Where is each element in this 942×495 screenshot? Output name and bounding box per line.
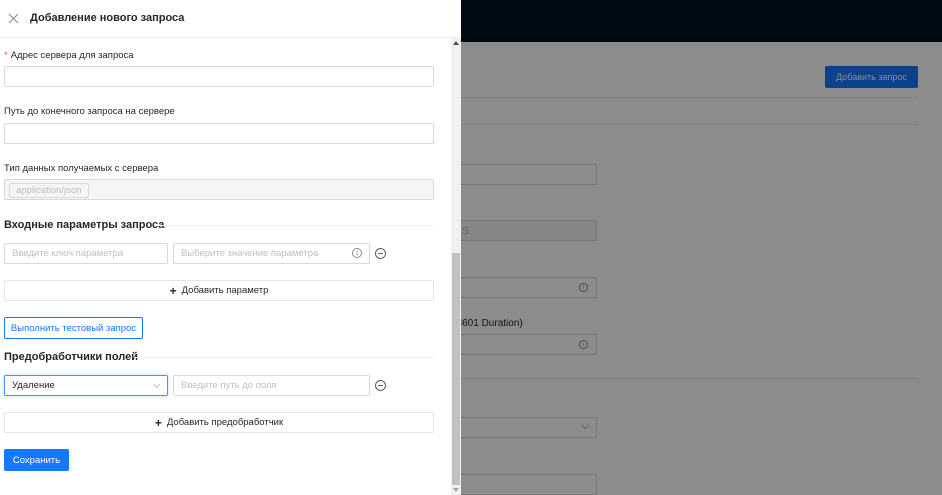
scroll-down-arrow[interactable] [453, 488, 459, 492]
plus-icon: + [154, 415, 162, 430]
plus-icon: + [169, 283, 177, 298]
chevron-down-icon [152, 380, 161, 389]
minus-circle-icon[interactable] [375, 248, 386, 259]
test-request-button[interactable]: Выполнить тестовый запрос [4, 317, 143, 339]
data-type-select: application/json [4, 179, 434, 200]
section-divider [134, 357, 434, 358]
drawer-scrollbar[interactable] [451, 38, 461, 495]
preprocessors-section-title: Предобработчики полей [4, 351, 138, 363]
param-value-input[interactable]: Выберите значение параметра [173, 243, 370, 264]
input-params-section-title: Входные параметры запроса [4, 219, 165, 231]
save-button[interactable]: Сохранить [4, 449, 69, 471]
drawer-header: Добавление нового запроса [0, 0, 461, 38]
preprocessor-type-select[interactable]: Удаление [4, 375, 168, 396]
param-key-input[interactable]: Введите ключ параметра [4, 243, 168, 264]
field-path-input[interactable]: Введите путь до поля [173, 375, 370, 396]
server-address-label: * Адрес сервера для запроса [4, 50, 134, 61]
close-icon[interactable] [8, 13, 19, 24]
add-request-drawer: Добавление нового запроса * Адрес сервера… [0, 0, 461, 495]
drawer-title: Добавление нового запроса [30, 12, 185, 24]
server-address-input[interactable] [4, 66, 434, 87]
info-icon: i [352, 248, 362, 258]
required-mark: * [4, 50, 8, 61]
add-param-button[interactable]: + Добавить параметр [4, 280, 434, 301]
data-type-tag: application/json [9, 183, 89, 198]
section-divider [154, 225, 434, 226]
add-preprocessor-button[interactable]: + Добавить предобработчик [4, 412, 434, 433]
data-type-label: Тип данных получаемых с сервера [4, 163, 159, 174]
endpoint-path-label: Путь до конечного запроса на сервере [4, 106, 175, 117]
minus-circle-icon[interactable] [375, 380, 386, 391]
scroll-thumb[interactable] [452, 253, 460, 485]
endpoint-path-input[interactable] [4, 123, 434, 144]
scroll-up-arrow[interactable] [453, 41, 459, 45]
